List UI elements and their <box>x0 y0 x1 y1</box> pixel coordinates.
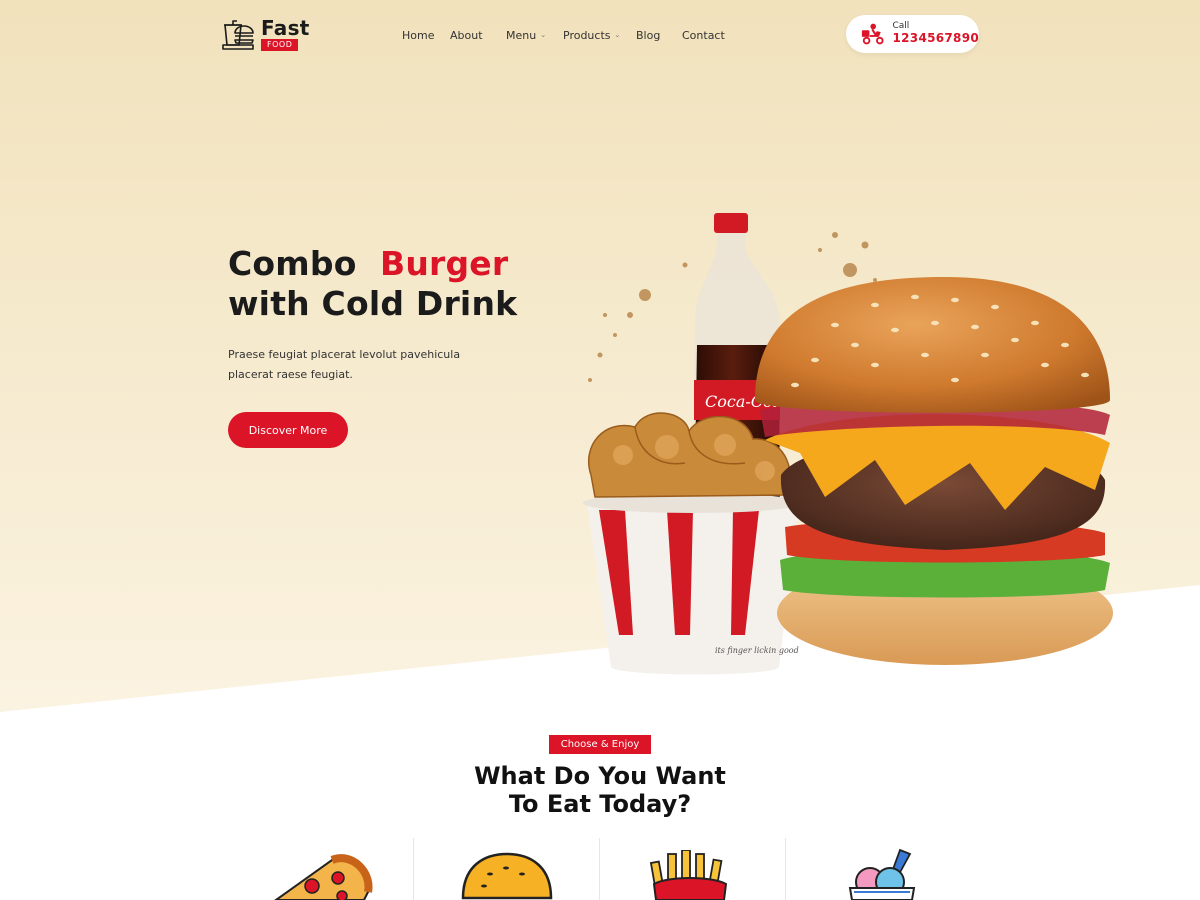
section-badge: Choose & Enjoy <box>549 735 651 754</box>
hero-title-part1: Combo <box>228 244 357 283</box>
nav-products-label: Products <box>563 28 611 42</box>
nav-menu[interactable]: Menu ⌄ <box>506 27 563 43</box>
delivery-scooter-icon <box>861 23 884 45</box>
pizza-icon[interactable] <box>272 852 376 900</box>
category-divider <box>413 838 414 900</box>
logo-tagline: FOOD <box>261 39 299 51</box>
nav-home-label: Home <box>402 28 435 42</box>
category-divider <box>785 838 786 900</box>
chevron-down-icon: ⌄ <box>614 31 621 39</box>
hero-title: Combo Burger with Cold Drink <box>228 244 517 324</box>
nav-contact[interactable]: Contact <box>682 27 732 43</box>
nav-menu-label: Menu <box>506 28 537 42</box>
nav-about[interactable]: About <box>450 27 506 43</box>
svg-text:its finger lickin good: its finger lickin good <box>715 646 799 655</box>
fast-food-logo-icon <box>222 19 254 50</box>
call-button[interactable]: Call 1234567890 <box>846 15 979 53</box>
burger-icon[interactable] <box>460 852 554 900</box>
nav-home[interactable]: Home <box>402 27 450 43</box>
nav-about-label: About <box>450 28 483 42</box>
discover-more-button[interactable]: Discover More <box>228 412 348 448</box>
chevron-down-icon: ⌄ <box>540 31 547 39</box>
combo-meal-image: Coca-Cola its finger lickin good <box>583 213 1113 675</box>
section-title-line1: What Do You Want <box>474 762 726 790</box>
hero-title-line2: with Cold Drink <box>228 284 518 323</box>
category-divider <box>599 838 600 900</box>
nav-blog-label: Blog <box>636 28 661 42</box>
hero-description: Praese feugiat placerat levolut pavehicu… <box>228 348 461 381</box>
logo-name: Fast <box>261 16 310 40</box>
nav-blog[interactable]: Blog <box>636 27 682 43</box>
main-nav: Home About Menu ⌄ Products ⌄ Blog Contac… <box>402 27 732 43</box>
hero-title-highlight: Burger <box>379 244 509 283</box>
section-title: What Do You Want To Eat Today? <box>400 762 800 818</box>
nav-contact-label: Contact <box>682 28 725 42</box>
section-title-line2: To Eat Today? <box>508 790 692 818</box>
phone-number[interactable]: 1234567890 <box>893 32 980 45</box>
ice-cream-icon[interactable] <box>846 848 918 900</box>
fries-icon[interactable] <box>648 850 732 900</box>
nav-products[interactable]: Products ⌄ <box>563 27 636 43</box>
site-logo[interactable]: Fast FOOD <box>221 18 310 51</box>
